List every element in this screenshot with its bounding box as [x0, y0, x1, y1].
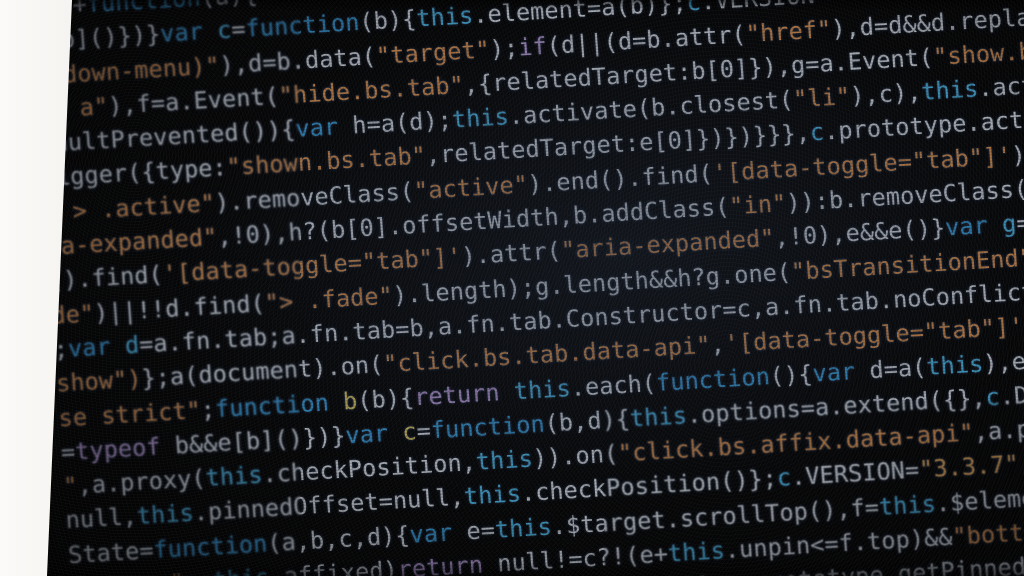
code-token: var	[67, 332, 112, 363]
code-token: (a){	[200, 0, 259, 11]
code-token: show")	[55, 364, 143, 398]
code-token: =d.find(	[1015, 202, 1024, 238]
code-token: (){	[768, 359, 814, 390]
code-token: ).attr(	[460, 236, 563, 271]
code-token: de"	[50, 298, 96, 330]
code-token: function	[429, 409, 546, 445]
code-token: this	[450, 102, 510, 134]
code-token: "bottom"	[951, 515, 1024, 551]
code-token: ,a.proxy(	[972, 410, 1024, 447]
code-token: (b){	[358, 4, 418, 37]
code-token: this	[204, 460, 264, 492]
code-token: function	[655, 361, 771, 397]
code-token: function	[152, 529, 269, 564]
code-token: ),e=d.data(	[982, 339, 1024, 378]
code-token: .VERSION=	[790, 455, 921, 492]
monitor-screen-panel: y),+function(a){e[b]()})}var c=function(…	[0, 0, 1024, 576]
code-listing: y),+function(a){e[b]()})}var c=function(…	[0, 0, 1024, 576]
code-token: "in"	[728, 189, 788, 221]
code-token: var	[294, 112, 340, 144]
code-token: this	[212, 563, 271, 576]
code-token: this	[415, 1, 475, 33]
code-token: ,a.proxy(	[76, 464, 207, 500]
code-token: st a"	[36, 91, 110, 125]
code-token: h=a(d);	[337, 105, 453, 141]
code-token: e[b]()})}	[31, 20, 162, 56]
code-token: this	[474, 444, 534, 476]
code-token: "target"	[375, 34, 491, 70]
code-token: "li"	[792, 82, 852, 114]
code-token: function	[214, 387, 330, 423]
code-token: this	[512, 373, 572, 405]
code-token: ).attr(	[1010, 135, 1024, 170]
code-token: .affixed)	[268, 555, 399, 576]
code-token: this	[877, 489, 937, 521]
code-token: ,	[1017, 449, 1024, 478]
code-token: return	[396, 550, 485, 576]
code-token: c	[685, 0, 702, 17]
code-token: "> .fade"	[263, 281, 394, 317]
code-token: "active"	[413, 170, 529, 205]
code-token: this	[925, 349, 985, 381]
code-token: if	[517, 31, 548, 62]
code-token: null!=c?!(e+	[482, 539, 669, 576]
code-token: )).on(	[531, 439, 620, 473]
code-token: .each(	[569, 368, 658, 402]
code-token: return	[413, 377, 501, 411]
code-token: (b,d){	[543, 404, 631, 438]
code-token: },	[698, 570, 728, 576]
code-token: y),+	[28, 0, 88, 22]
code-token: ),c),	[849, 77, 923, 111]
code-token: (b){	[356, 382, 416, 415]
code-token: d=a(	[854, 352, 928, 385]
code-token: var	[344, 418, 390, 450]
code-token: =	[814, 0, 830, 9]
code-token: State=	[67, 535, 155, 569]
code-token: this	[667, 536, 726, 568]
code-token: this	[628, 401, 688, 433]
code-token: ==	[183, 567, 213, 576]
code-token: );	[488, 33, 520, 63]
code-token: (a,b,c,d){	[266, 520, 411, 557]
code-photo-screenshot: y),+function(a){e[b]()})}var c=function(…	[0, 0, 1024, 576]
code-token: function	[244, 8, 361, 43]
code-token: "3.3.7"	[918, 450, 1020, 484]
code-token: this	[135, 499, 195, 531]
code-token: typeof	[74, 432, 162, 466]
code-token: var	[159, 17, 204, 49]
code-token: null,	[64, 502, 138, 535]
code-token: "	[828, 0, 844, 8]
code-token: "href"	[744, 14, 833, 48]
code-token: this	[463, 479, 522, 511]
code-token: ().find(	[48, 260, 164, 296]
code-token: var	[944, 211, 989, 242]
code-token: this	[920, 74, 980, 106]
code-token: var	[811, 356, 857, 388]
code-token: this	[493, 512, 553, 544]
code-token: e=	[451, 515, 496, 547]
code-token: se strict"	[57, 395, 202, 432]
code-token: ),d=b.data(	[218, 41, 378, 79]
code-token: var	[408, 518, 454, 549]
